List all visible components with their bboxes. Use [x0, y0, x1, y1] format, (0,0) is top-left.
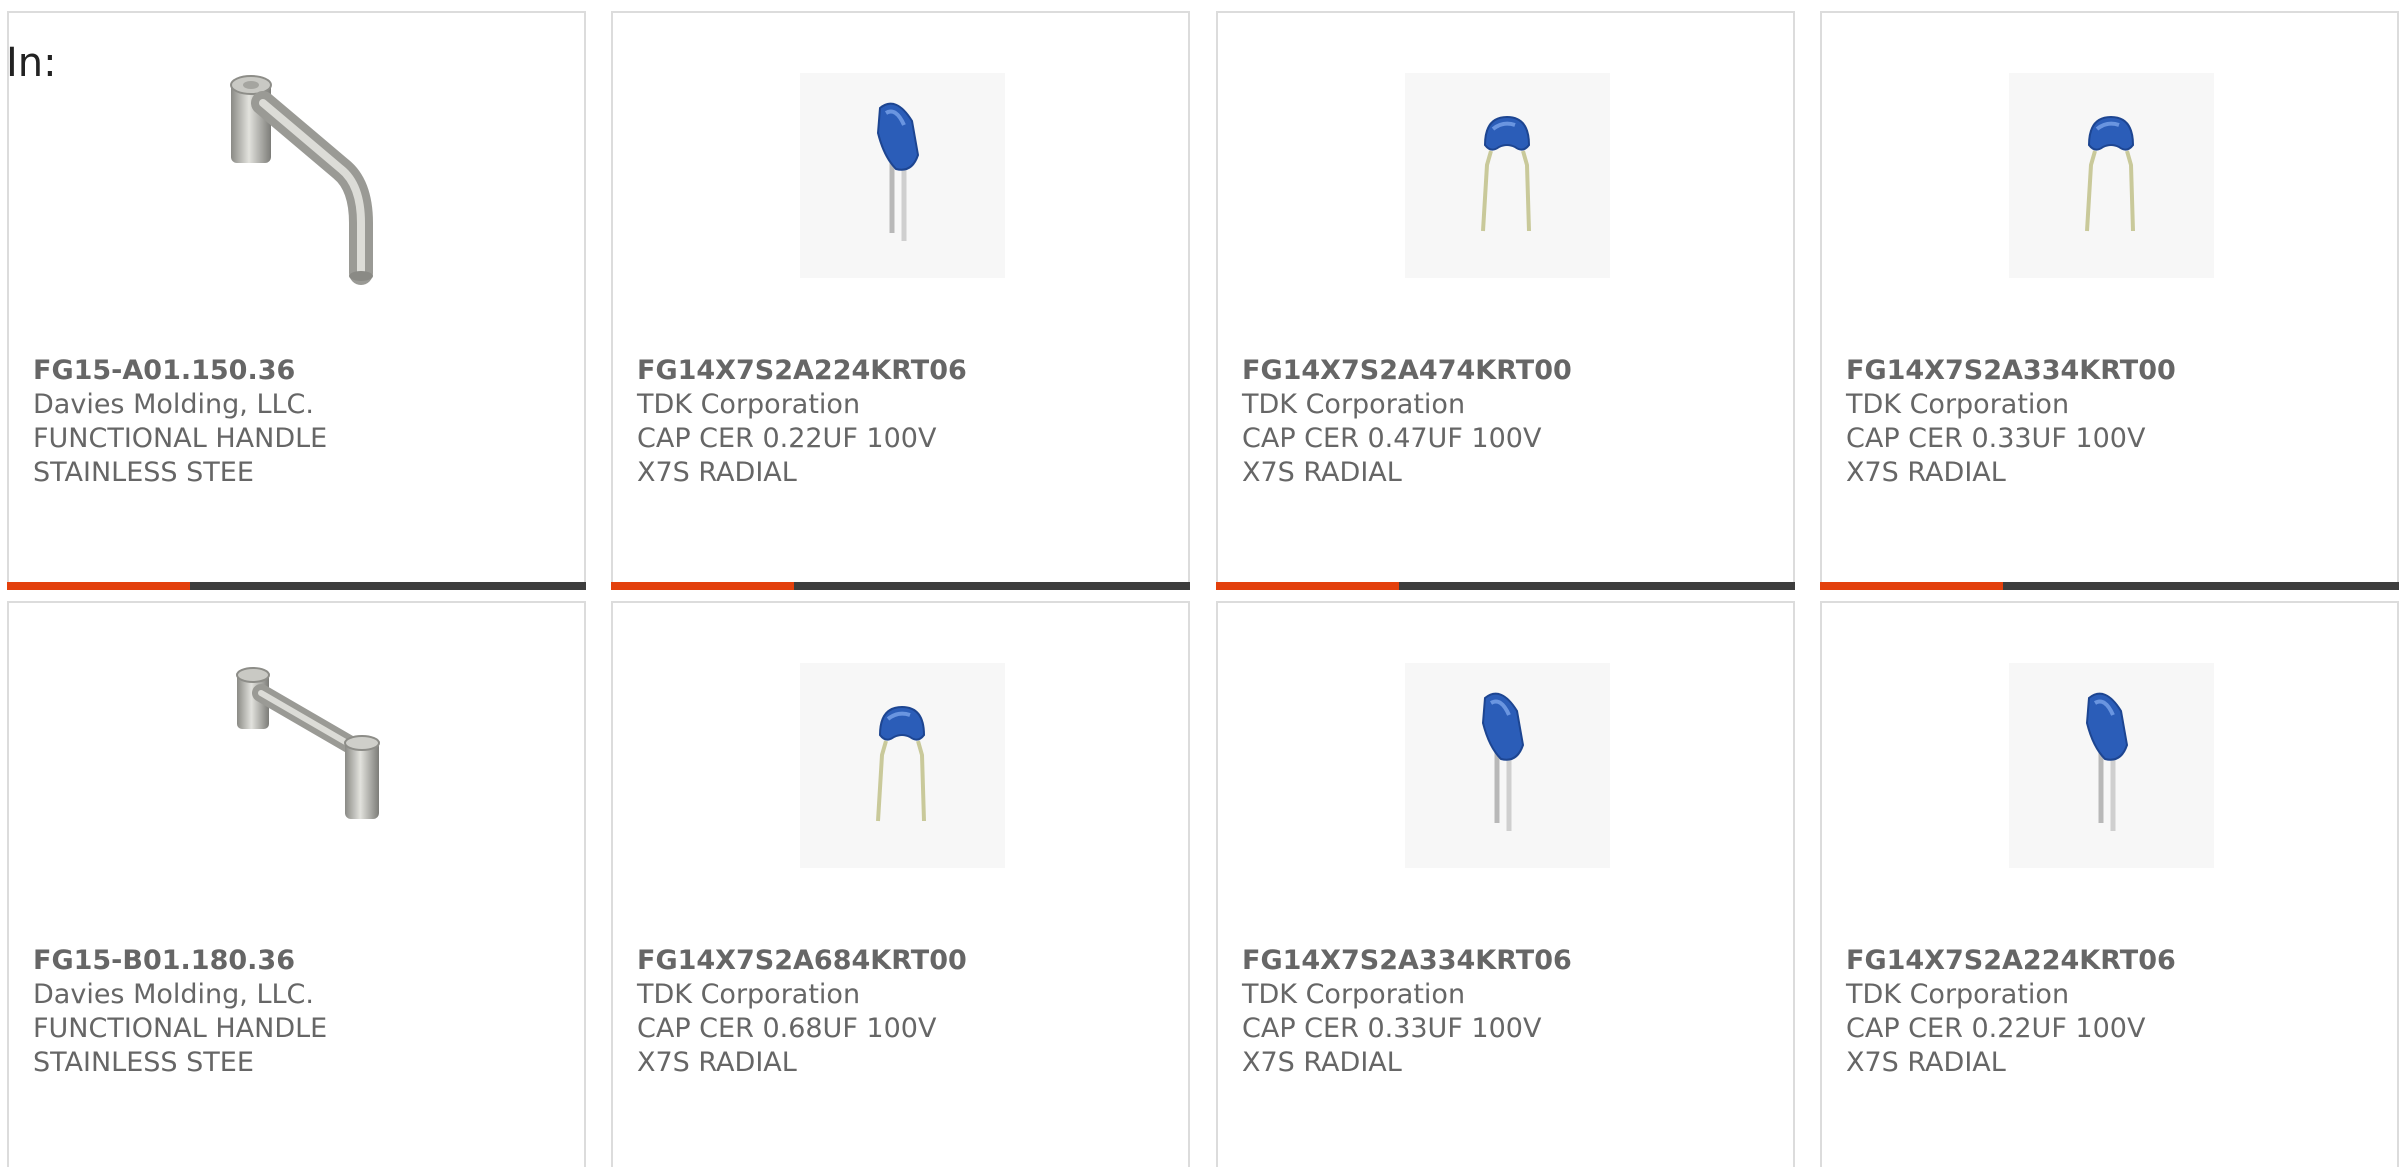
- product-info: FG14X7S2A334KRT00 TDK Corporation CAP CER …: [1846, 354, 2373, 490]
- product-description: FUNCTIONAL HANDLE STAINLESS STEE: [33, 1013, 328, 1078]
- product-thumbnail[interactable]: [1218, 73, 1793, 293]
- product-card[interactable]: FG14X7S2A474KRT00 TDK Corporation CAP CER …: [1216, 11, 1795, 590]
- product-description: CAP CER 0.22UF 100V X7S RADIAL: [637, 423, 937, 488]
- part-number-link[interactable]: FG14X7S2A334KRT06: [1242, 944, 1769, 978]
- product-card[interactable]: FG14X7S2A334KRT06 TDK Corporation CAP CER …: [1216, 601, 1795, 1167]
- card-accent-strip: [1216, 582, 1399, 590]
- product-card[interactable]: FG14X7S2A224KRT06 TDK Corporation CAP CER …: [611, 11, 1190, 590]
- product-info: FG14X7S2A334KRT06 TDK Corporation CAP CER …: [1242, 944, 1769, 1080]
- product-thumbnail[interactable]: [9, 663, 584, 883]
- card-bottom-bar: [1820, 582, 2399, 590]
- card-bottom-bar: [7, 582, 586, 590]
- product-thumbnail[interactable]: [613, 73, 1188, 293]
- part-number-link[interactable]: FG14X7S2A474KRT00: [1242, 354, 1769, 388]
- manufacturer-name: TDK Corporation: [637, 389, 861, 420]
- manufacturer-name: Davies Molding, LLC.: [33, 389, 314, 420]
- product-thumbnail[interactable]: [613, 663, 1188, 883]
- product-card[interactable]: FG15-A01.150.36 Davies Molding, LLC. FUNCT…: [7, 11, 586, 590]
- card-accent-strip: [611, 582, 794, 590]
- manufacturer-name: TDK Corporation: [1846, 389, 2070, 420]
- part-number-link[interactable]: FG14X7S2A684KRT00: [637, 944, 1164, 978]
- product-card[interactable]: FG14X7S2A334KRT00 TDK Corporation CAP CER …: [1820, 11, 2399, 590]
- product-info: FG14X7S2A474KRT00 TDK Corporation CAP CER …: [1242, 354, 1769, 490]
- manufacturer-name: TDK Corporation: [1242, 979, 1466, 1010]
- card-accent-strip: [1820, 582, 2003, 590]
- manufacturer-name: Davies Molding, LLC.: [33, 979, 314, 1010]
- card-accent-strip: [7, 582, 190, 590]
- product-info: FG15-B01.180.36 Davies Molding, LLC. FUNCT…: [33, 944, 560, 1080]
- product-description: CAP CER 0.47UF 100V X7S RADIAL: [1242, 423, 1542, 488]
- product-thumbnail[interactable]: [1218, 663, 1793, 883]
- product-info: FG14X7S2A684KRT00 TDK Corporation CAP CER …: [637, 944, 1164, 1080]
- card-bottom-bar: [611, 582, 1190, 590]
- part-number-link[interactable]: FG14X7S2A334KRT00: [1846, 354, 2373, 388]
- manufacturer-name: TDK Corporation: [1846, 979, 2070, 1010]
- part-number-link[interactable]: FG14X7S2A224KRT06: [1846, 944, 2373, 978]
- product-thumbnail[interactable]: [1822, 73, 2397, 293]
- card-bottom-bar: [1216, 582, 1795, 590]
- product-info: FG15-A01.150.36 Davies Molding, LLC. FUNCT…: [33, 354, 560, 490]
- product-thumbnail[interactable]: [9, 73, 584, 293]
- filter-heading: In:: [6, 40, 57, 86]
- manufacturer-name: TDK Corporation: [637, 979, 861, 1010]
- product-thumbnail[interactable]: [1822, 663, 2397, 883]
- part-number-link[interactable]: FG14X7S2A224KRT06: [637, 354, 1164, 388]
- product-info: FG14X7S2A224KRT06 TDK Corporation CAP CER …: [637, 354, 1164, 490]
- product-card[interactable]: FG14X7S2A224KRT06 TDK Corporation CAP CER …: [1820, 601, 2399, 1167]
- product-description: CAP CER 0.33UF 100V X7S RADIAL: [1242, 1013, 1542, 1078]
- part-number-link[interactable]: FG15-B01.180.36: [33, 944, 560, 978]
- product-description: CAP CER 0.68UF 100V X7S RADIAL: [637, 1013, 937, 1078]
- product-description: CAP CER 0.33UF 100V X7S RADIAL: [1846, 423, 2146, 488]
- product-description: FUNCTIONAL HANDLE STAINLESS STEE: [33, 423, 328, 488]
- product-grid-page: In: FG15-A01.150.36 Davies Molding, LLC. F…: [0, 0, 2400, 1167]
- product-description: CAP CER 0.22UF 100V X7S RADIAL: [1846, 1013, 2146, 1078]
- part-number-link[interactable]: FG15-A01.150.36: [33, 354, 560, 388]
- manufacturer-name: TDK Corporation: [1242, 389, 1466, 420]
- product-card[interactable]: FG14X7S2A684KRT00 TDK Corporation CAP CER …: [611, 601, 1190, 1167]
- product-card[interactable]: FG15-B01.180.36 Davies Molding, LLC. FUNCT…: [7, 601, 586, 1167]
- product-info: FG14X7S2A224KRT06 TDK Corporation CAP CER …: [1846, 944, 2373, 1080]
